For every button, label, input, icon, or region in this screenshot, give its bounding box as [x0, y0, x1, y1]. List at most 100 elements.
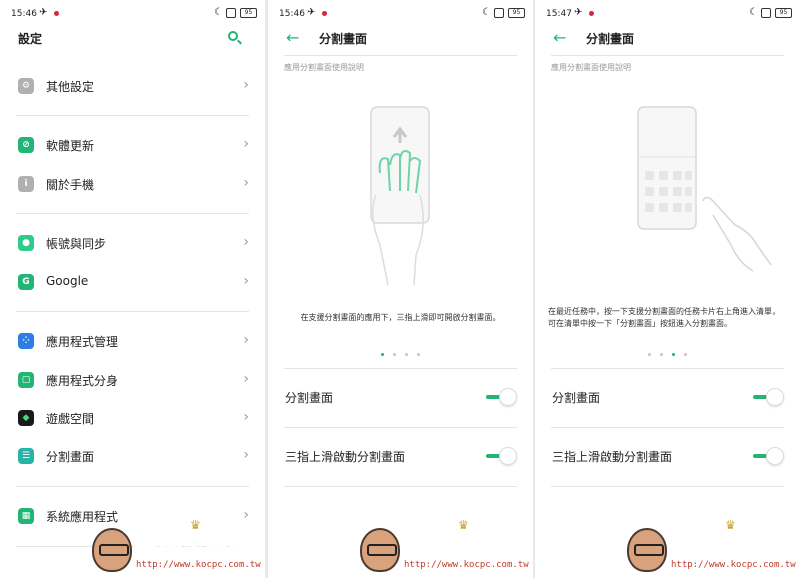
divider [284, 55, 517, 56]
settings-item-split-screen[interactable]: ☰ 分割畫面 › [0, 438, 265, 474]
settings-item-label: 應用程式分身 [46, 374, 119, 388]
page-title: 分割畫面 [586, 32, 635, 46]
chevron-right-icon: › [243, 175, 249, 191]
record-dot-icon [54, 11, 59, 16]
page-title: 分割畫面 [319, 32, 368, 46]
divider [16, 115, 249, 116]
gear-icon: ⚙ [18, 78, 34, 94]
page-dot [417, 353, 421, 356]
settings-item-label: 關於手機 [46, 178, 95, 192]
settings-item-google[interactable]: G Google › [0, 264, 265, 300]
split-screen-toggle[interactable] [483, 387, 517, 407]
gesture-caption: 在支援分割畫面的應用下，三指上滑即可開啟分割畫面。 [300, 313, 501, 322]
status-bar: 15:46 ✈ ☾ 95 [0, 0, 265, 28]
split-screen-screen-1: 15:46 ✈ ☾ 95 ← 分割畫面 應用分割畫面使用說明 在支援分割畫面的應… [268, 0, 533, 578]
divider [284, 486, 517, 487]
game-icon: ◆ [18, 410, 34, 426]
settings-item-other[interactable]: ⚙ 其他設定 › [0, 68, 265, 104]
watermark: ♛ 電腦王阿達 http://www.kocpc.com.tw [360, 518, 533, 578]
mascot-face-icon [92, 528, 132, 572]
settings-screen: 15:46 ✈ ☾ 95 設定 ⚙ 其他設定 › ⊘ 軟體更新 › i 關於手機… [0, 0, 265, 578]
settings-item-accounts[interactable]: ● 帳號與同步 › [0, 225, 265, 261]
settings-item-software-update[interactable]: ⊘ 軟體更新 › [0, 127, 265, 163]
record-dot-icon [322, 11, 327, 16]
system-apps-icon: ▦ [18, 508, 34, 524]
settings-item-game-space[interactable]: ◆ 遊戲空間 › [0, 400, 265, 436]
setting-label: 分割畫面 [285, 391, 334, 405]
update-icon: ⊘ [18, 137, 34, 153]
split-screen-toggle[interactable] [750, 387, 784, 407]
record-dot-icon [589, 11, 594, 16]
status-time: 15:46 [11, 9, 37, 19]
three-finger-swipe-toggle[interactable] [750, 446, 784, 466]
three-finger-swipe-toggle[interactable] [483, 446, 517, 466]
chevron-right-icon: › [243, 77, 249, 93]
vibrate-icon [494, 8, 504, 18]
watermark-url: http://www.kocpc.com.tw [136, 560, 261, 570]
settings-item-label: 遊戲空間 [46, 412, 95, 426]
status-bar: 15:46 ✈ ☾ 95 [268, 0, 533, 28]
moon-icon: ☾ [749, 7, 758, 18]
page-dot [659, 353, 663, 356]
mascot-face-icon [627, 528, 667, 572]
chevron-right-icon: › [243, 371, 249, 387]
setting-label: 三指上滑啟動分割畫面 [552, 450, 673, 464]
settings-item-app-clone[interactable]: ▢ 應用程式分身 › [0, 362, 265, 398]
google-icon: G [18, 274, 34, 290]
divider [16, 311, 249, 312]
split-screen-toggle-row: 分割畫面 [535, 375, 800, 419]
page-dot [647, 353, 651, 356]
watermark-url: http://www.kocpc.com.tw [671, 560, 796, 570]
chevron-right-icon: › [243, 332, 249, 348]
page-dot [672, 353, 676, 356]
divider [551, 55, 784, 56]
split-screen-toggle-row: 分割畫面 [268, 375, 533, 419]
recent-tasks-illustration [535, 95, 800, 285]
page-dot [684, 353, 688, 356]
divider [551, 368, 784, 369]
page-dot [392, 353, 396, 356]
watermark: ♛ 電腦王阿達 http://www.kocpc.com.tw [627, 518, 800, 578]
battery-icon: 95 [240, 8, 257, 18]
section-caption: 應用分割畫面使用說明 [551, 63, 631, 72]
settings-item-about-phone[interactable]: i 關於手機 › [0, 166, 265, 202]
vibrate-icon [761, 8, 771, 18]
chevron-right-icon: › [243, 409, 249, 425]
page-indicator [268, 344, 533, 363]
divider [16, 486, 249, 487]
airplane-icon: ✈ [39, 7, 48, 18]
page-dot [405, 353, 409, 356]
three-finger-toggle-row: 三指上滑啟動分割畫面 [535, 434, 800, 478]
back-arrow-icon[interactable]: ← [286, 28, 299, 47]
apps-icon: ⁘ [18, 333, 34, 349]
settings-item-label: 軟體更新 [46, 139, 95, 153]
section-caption: 應用分割畫面使用說明 [284, 63, 364, 72]
mascot-face-icon [360, 528, 400, 572]
swipe-gesture-icon [370, 106, 430, 286]
battery-icon: 95 [508, 8, 525, 18]
clone-icon: ▢ [18, 372, 34, 388]
page-dot [380, 353, 384, 356]
divider [16, 213, 249, 214]
battery-icon: 95 [775, 8, 792, 18]
status-bar: 15:47 ✈ ☾ 95 [535, 0, 800, 28]
account-icon: ● [18, 235, 34, 251]
watermark-url: http://www.kocpc.com.tw [404, 560, 529, 570]
settings-item-app-management[interactable]: ⁘ 應用程式管理 › [0, 323, 265, 359]
setting-label: 分割畫面 [552, 391, 601, 405]
recent-tasks-tap-icon [637, 106, 772, 272]
airplane-icon: ✈ [574, 7, 583, 18]
back-arrow-icon[interactable]: ← [553, 28, 566, 47]
chevron-right-icon: › [243, 273, 249, 289]
divider [284, 368, 517, 369]
page-indicator [535, 344, 800, 363]
search-button[interactable] [225, 28, 245, 48]
divider [551, 427, 784, 428]
split-screen-icon: ☰ [18, 448, 34, 464]
split-screen-screen-2: 15:47 ✈ ☾ 95 ← 分割畫面 應用分割畫面使用說明 在最近任務中，按一… [535, 0, 800, 578]
divider [551, 486, 784, 487]
vibrate-icon [226, 8, 236, 18]
setting-label: 三指上滑啟動分割畫面 [285, 450, 406, 464]
info-icon: i [18, 176, 34, 192]
screenshot-collage: 15:46 ✈ ☾ 95 設定 ⚙ 其他設定 › ⊘ 軟體更新 › i 關於手機… [0, 0, 800, 578]
